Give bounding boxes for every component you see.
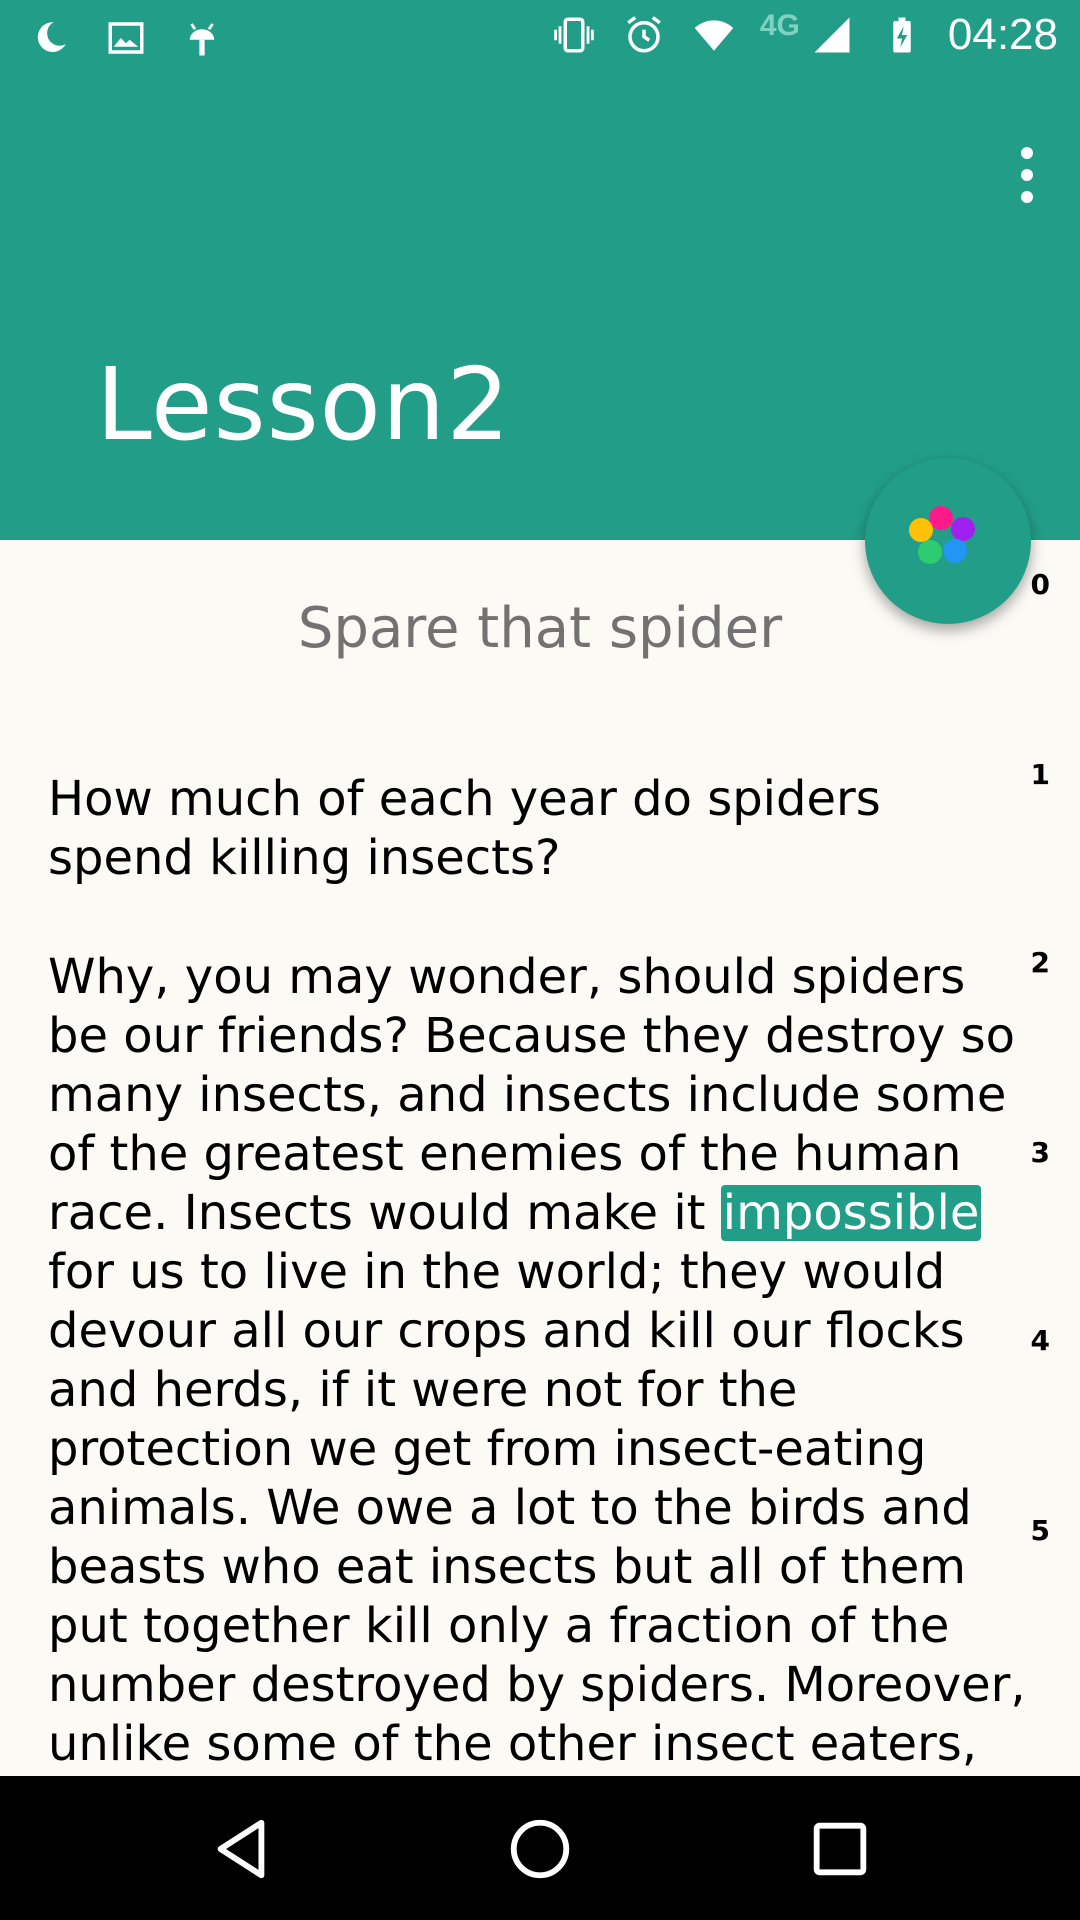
paragraph-text-after: for us to live in the world; they would …: [48, 1244, 1026, 1776]
line-number: 4: [1030, 1324, 1050, 1357]
page-title: Lesson2: [96, 346, 511, 463]
navigation-bar: [0, 1776, 1080, 1920]
home-icon[interactable]: [505, 1814, 575, 1884]
question-paragraph: How much of each year do spiders spend k…: [48, 771, 881, 886]
wifi-icon: [690, 11, 738, 59]
status-bar: 4G 04:28: [0, 0, 1080, 78]
alarm-icon: [620, 11, 668, 59]
moon-icon: [26, 14, 74, 62]
highlighted-word[interactable]: impossible: [720, 1185, 982, 1241]
signal-icon: [808, 11, 856, 59]
line-number: 5: [1030, 1514, 1050, 1547]
line-number: 0: [1030, 568, 1050, 601]
line-number: 1: [1030, 758, 1050, 791]
vibrate-icon: [550, 11, 598, 59]
lesson-paragraph: Why, you may wonder, should spiders be o…: [48, 948, 1038, 1776]
android-debug-icon: [178, 14, 226, 62]
recents-icon[interactable]: [805, 1814, 875, 1884]
clock: 04:28: [947, 10, 1058, 59]
image-icon: [102, 14, 150, 62]
battery-charging-icon: [878, 11, 926, 59]
back-icon[interactable]: [206, 1814, 276, 1884]
more-vertical-icon[interactable]: [1002, 130, 1052, 220]
lesson-content[interactable]: Spare that spider How much of each year …: [0, 540, 1080, 1776]
lesson-subtitle: Spare that spider: [297, 596, 783, 661]
network-type: 4G: [759, 9, 800, 42]
line-number: 3: [1030, 1136, 1050, 1169]
line-number: 2: [1030, 946, 1050, 979]
